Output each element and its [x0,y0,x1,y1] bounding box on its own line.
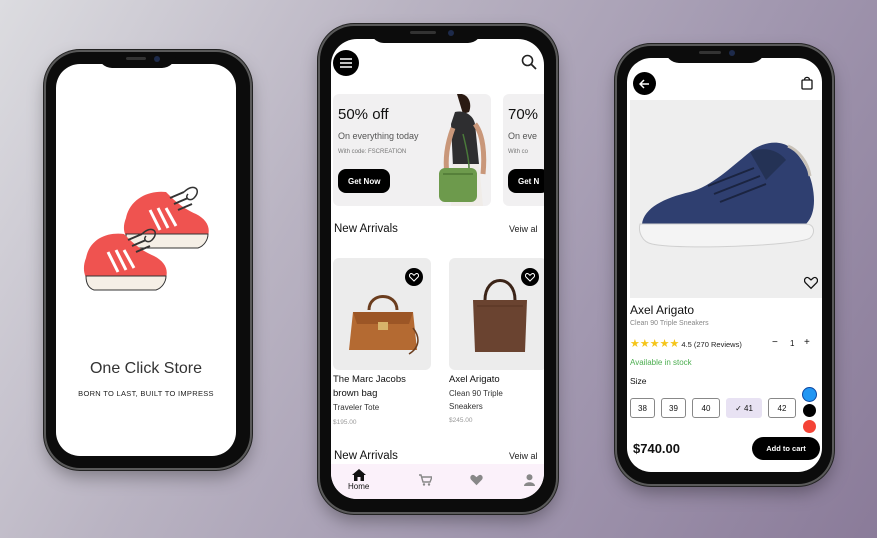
product-image [630,100,822,298]
qty-increase-button[interactable]: + [804,337,810,348]
promo-title: 70% [508,106,539,123]
product-price: $740.00 [633,441,680,456]
favorite-button[interactable] [405,268,423,286]
person-icon [524,474,535,486]
nav-cart[interactable] [419,474,432,486]
get-now-button[interactable]: Get Now [338,169,391,193]
qty-decrease-button[interactable]: − [772,337,778,348]
section-title: New Arrivals [334,223,398,235]
promo-code: With code: FSCREATION [338,149,407,155]
heart-icon [525,272,535,282]
section-title: New Arrivals [334,450,398,462]
model-with-green-bag-image [439,94,487,206]
cart-icon [419,474,432,486]
promo-code: With co [508,149,529,155]
rating-row: ★ ★ ★ ★ ★ 4.5 (270 Reviews) [630,339,742,350]
product-subtitle: Clean 90 Triple Sneakers [630,320,709,327]
promo-subtitle: On everything today [338,131,419,141]
color-swatch-black[interactable] [803,404,816,417]
size-option-selected[interactable]: ✓ 41 [726,398,762,418]
qty-value: 1 [790,339,795,348]
store-name: One Click Store [89,360,203,377]
product-name: The Marc Jacobs brown bag [333,374,406,399]
home-icon [351,469,366,481]
hamburger-icon [340,58,352,68]
get-now-button[interactable]: Get N [508,169,544,193]
rating-text: 4.5 (270 Reviews) [681,340,742,349]
add-to-cart-button[interactable]: Add to cart [752,437,820,460]
product-name: Axel Arigato [630,303,695,317]
navy-sneaker-image [639,142,814,248]
heart-icon [470,474,483,486]
nav-home[interactable]: Home [348,469,369,491]
promo-subtitle: On eve [508,131,538,141]
store-tagline: BORN TO LAST, BUILT TO IMPRESS [78,389,214,398]
star-icon: ★ [630,338,640,350]
home-phone: 50% off On everything today With code: F… [320,26,556,512]
stock-status: Available in stock [630,358,692,367]
splash-screen: One Click Store BORN TO LAST, BUILT TO I… [56,64,236,456]
product-price: $195.00 [333,419,357,426]
size-option[interactable]: 42 [768,398,796,418]
leather-tote-image [473,279,527,352]
promo-banner[interactable]: 50% off On everything today With code: F… [333,94,491,206]
shopping-bag-icon[interactable] [800,76,814,90]
phone-notch [370,26,482,43]
nav-home-label: Home [348,482,370,491]
detail-screen: Axel Arigato Clean 90 Triple Sneakers ★ … [627,58,822,472]
nav-favorites[interactable] [470,474,483,486]
star-icon: ★ [649,338,660,350]
back-button[interactable] [633,72,656,95]
detail-phone: Axel Arigato Clean 90 Triple Sneakers ★ … [617,46,832,484]
promo-title: 50% off [338,106,389,123]
nav-profile[interactable] [524,474,535,486]
bottom-nav: Home [331,464,544,499]
product-price: $245.00 [449,417,473,424]
size-option[interactable]: 40 [692,398,720,418]
size-label: Size [630,376,647,386]
menu-button[interactable] [333,50,359,76]
phone-notch [665,46,765,63]
color-swatch-blue[interactable] [803,388,816,401]
search-icon[interactable] [520,53,538,71]
home-screen: 50% off On everything today With code: F… [331,39,544,499]
sneakers-logo-icon [83,186,209,291]
star-icon: ★ [669,338,680,350]
size-option[interactable]: 39 [661,398,686,418]
splash-phone: One Click Store BORN TO LAST, BUILT TO I… [46,52,250,468]
promo-banner[interactable]: 70% On eve With co Get N [503,94,544,206]
size-option[interactable]: 38 [630,398,655,418]
product-subtitle: Clean 90 Triple Sneakers [449,389,503,411]
product-name: Axel Arigato [449,374,500,385]
heart-outline-icon[interactable] [804,276,818,290]
star-icon: ★ [659,338,670,350]
product-subtitle: Traveler Tote [333,403,380,412]
product-image[interactable] [333,258,431,370]
view-all-link[interactable]: Veiw al [509,224,538,234]
favorite-button[interactable] [521,268,539,286]
star-icon: ★ [639,338,650,350]
arrow-left-icon [639,78,649,89]
phone-notch [98,52,176,68]
brown-bag-image [349,295,419,355]
product-image[interactable] [449,258,544,370]
heart-icon [409,272,419,282]
view-all-link[interactable]: Veiw al [509,451,538,461]
color-swatch-red[interactable] [803,420,816,433]
